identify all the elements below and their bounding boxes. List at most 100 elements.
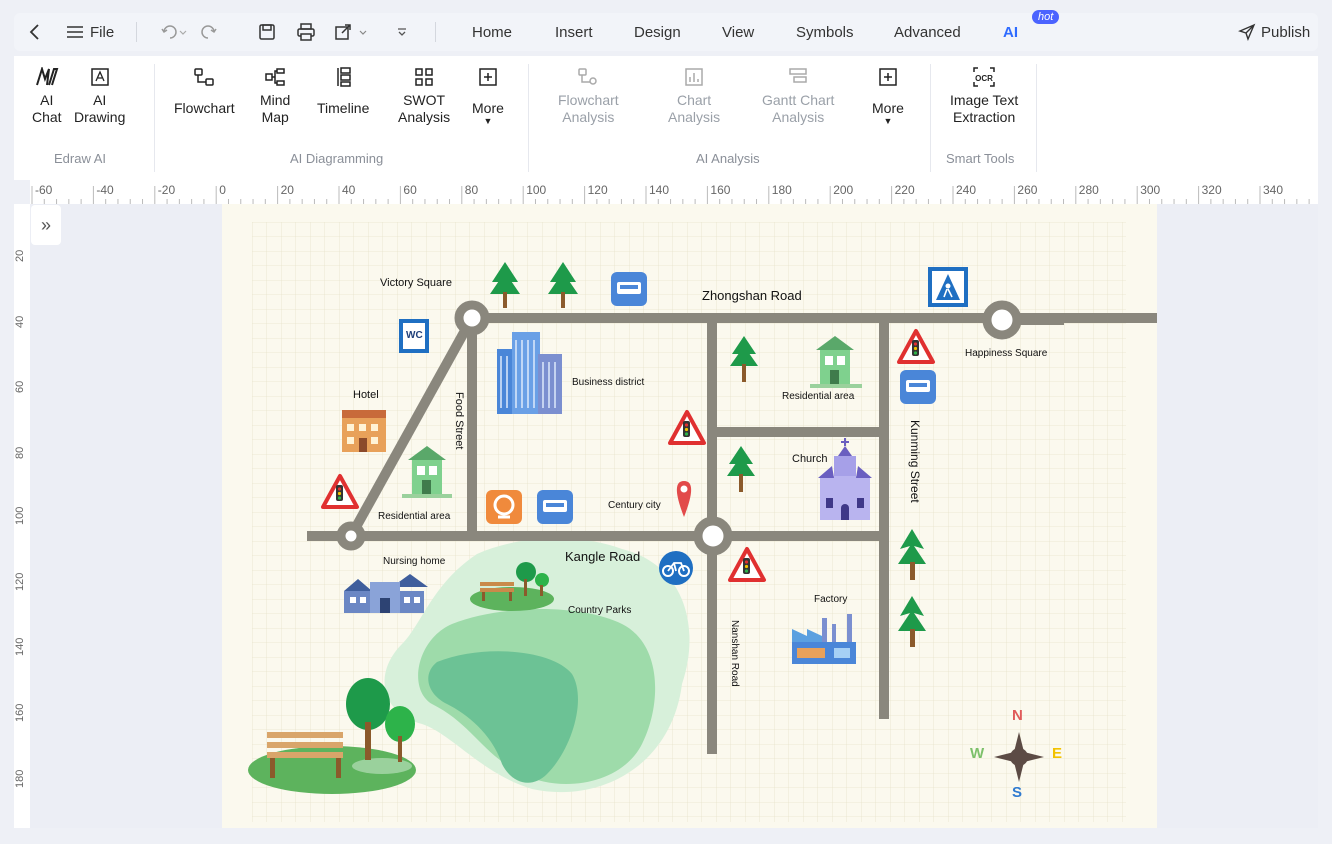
- menu-design[interactable]: Design: [634, 13, 681, 51]
- ruler-h-label: 280: [1078, 183, 1099, 197]
- menu-insert[interactable]: Insert: [555, 13, 593, 51]
- quick-access-dropdown-icon[interactable]: [396, 13, 408, 51]
- gantt-analysis-label-2: Analysis: [772, 109, 825, 125]
- save-icon[interactable]: [258, 13, 276, 51]
- ruler-h-label: 220: [894, 183, 915, 197]
- ruler-h-label: 200: [833, 183, 854, 197]
- label-wc: WC: [406, 330, 423, 341]
- flowchart-label: Flowchart: [174, 100, 235, 116]
- ruler-h-label: -20: [157, 183, 176, 197]
- publish-label: Publish: [1261, 23, 1311, 41]
- ruler-h-label: 40: [342, 183, 356, 197]
- city-map: [248, 222, 1157, 822]
- swot-analysis-button[interactable]: SWOT Analysis: [398, 64, 450, 126]
- drawing-page[interactable]: Victory Square Zhongshan Road Happiness …: [222, 204, 1157, 828]
- flowchart-button[interactable]: Flowchart: [174, 64, 235, 117]
- ribbon: AI Chat AI Drawing Edraw AI Flowchart Mi…: [14, 56, 1318, 180]
- ruler-h-label: 60: [403, 183, 417, 197]
- ruler-h-label: 100: [526, 183, 547, 197]
- bus-stop-icon: [537, 490, 573, 524]
- mind-map-label-2: Map: [261, 109, 289, 125]
- label-nursing-home: Nursing home: [383, 556, 446, 567]
- menu-view[interactable]: View: [722, 13, 754, 51]
- analysis-more-button[interactable]: More ▼: [872, 64, 904, 126]
- plus-box-icon: [878, 64, 898, 90]
- label-church: Church: [792, 453, 828, 465]
- ruler-v-label: 40: [14, 315, 26, 328]
- diagramming-more-button[interactable]: More ▼: [472, 64, 504, 126]
- send-icon: [1238, 23, 1256, 41]
- back-icon[interactable]: [28, 13, 42, 51]
- ruler-v-label: 100: [14, 506, 26, 525]
- bicycle-lane-icon: [659, 551, 693, 585]
- flowchart-icon: [193, 64, 215, 90]
- menu-home[interactable]: Home: [472, 13, 512, 51]
- hotel-building-icon: [342, 410, 386, 452]
- print-icon[interactable]: [296, 13, 316, 51]
- chart-analysis-icon: [684, 64, 704, 90]
- mind-map-button[interactable]: Mind Map: [260, 64, 290, 126]
- image-text-extraction-button[interactable]: OCR Image Text Extraction: [950, 64, 1018, 126]
- label-zhongshan-road: Zhongshan Road: [702, 288, 802, 303]
- ruler-h-label: 140: [649, 183, 670, 197]
- ruler-h-label: -60: [35, 183, 53, 197]
- group-label-ai-analysis: AI Analysis: [696, 151, 760, 166]
- ruler-v-label: 80: [14, 446, 26, 460]
- vertical-ruler: 20 40 60 80 100 120 140 160 180: [14, 204, 30, 828]
- ai-drawing-label-1: AI: [93, 92, 107, 108]
- ruler-h-label: 300: [1140, 183, 1161, 197]
- label-hotel: Hotel: [353, 389, 379, 401]
- roundabout-west: [336, 521, 366, 551]
- ruler-h-label: -40: [96, 183, 114, 197]
- ruler-v-label: 120: [14, 572, 26, 591]
- menu-advanced[interactable]: Advanced: [894, 13, 961, 51]
- toolbar-divider: [435, 22, 436, 42]
- redo-icon[interactable]: [200, 13, 218, 51]
- timeline-button[interactable]: Timeline: [317, 64, 369, 117]
- gantt-chart-analysis-button[interactable]: Gantt Chart Analysis: [762, 64, 834, 126]
- ruler-h-label: 0: [219, 183, 226, 197]
- ruler-h-label: 180: [771, 183, 792, 197]
- label-residential-area-right: Residential area: [782, 391, 855, 402]
- ruler-h-label: 260: [1017, 183, 1038, 197]
- file-menu[interactable]: File: [66, 13, 114, 51]
- hot-badge: hot: [1032, 10, 1060, 24]
- ruler-v-label: 160: [14, 703, 26, 722]
- publish-button[interactable]: Publish: [1238, 13, 1310, 51]
- label-victory-square: Victory Square: [380, 277, 452, 289]
- ai-drawing-icon: [90, 64, 110, 90]
- ruler-h-label: 160: [710, 183, 731, 197]
- ruler-v-label: 140: [14, 637, 26, 657]
- menu-ai[interactable]: AI: [1003, 13, 1018, 51]
- swot-label-1: SWOT: [403, 92, 446, 108]
- ai-drawing-button[interactable]: AI Drawing: [74, 64, 125, 126]
- subway-station-icon: [486, 490, 522, 524]
- top-toolbar: File Home Insert Design View Symbols Adv…: [14, 10, 1318, 51]
- ruler-v-label: 180: [14, 769, 26, 788]
- ocr-label-1: Image Text: [950, 92, 1019, 108]
- pedestrian-crossing-icon: [928, 267, 968, 307]
- menu-symbols[interactable]: Symbols: [796, 13, 854, 51]
- roundabout-century: [693, 516, 733, 556]
- diagramming-more-label: More: [472, 100, 504, 116]
- export-icon[interactable]: [334, 13, 370, 51]
- compass-e-label: E: [1052, 745, 1063, 762]
- ruler-h-label: 20: [280, 183, 294, 197]
- horizontal-ruler: -60 -40 -20 0 20 40 60 80 100 120 140 160 180 200 220 2…: [30, 180, 1318, 204]
- swot-icon: [414, 64, 434, 90]
- label-food-street: Food Street: [453, 392, 465, 450]
- ruler-h-label: 80: [464, 183, 479, 197]
- expand-panel-button[interactable]: »: [31, 205, 61, 245]
- swot-label-2: Analysis: [398, 109, 451, 125]
- label-nanshan-road: Nanshan Road: [729, 620, 740, 687]
- ai-chat-button[interactable]: AI Chat: [32, 64, 62, 126]
- gantt-analysis-icon: [788, 64, 808, 90]
- undo-icon[interactable]: [160, 13, 190, 51]
- toolbar-divider: [136, 22, 137, 42]
- chart-analysis-button[interactable]: Chart Analysis: [668, 64, 720, 126]
- flowchart-analysis-button[interactable]: Flowchart Analysis: [558, 64, 619, 126]
- plus-box-icon: [478, 64, 498, 90]
- group-label-smart-tools: Smart Tools: [946, 151, 1015, 166]
- ribbon-divider: [930, 64, 931, 172]
- ai-drawing-label-2: Drawing: [74, 109, 126, 125]
